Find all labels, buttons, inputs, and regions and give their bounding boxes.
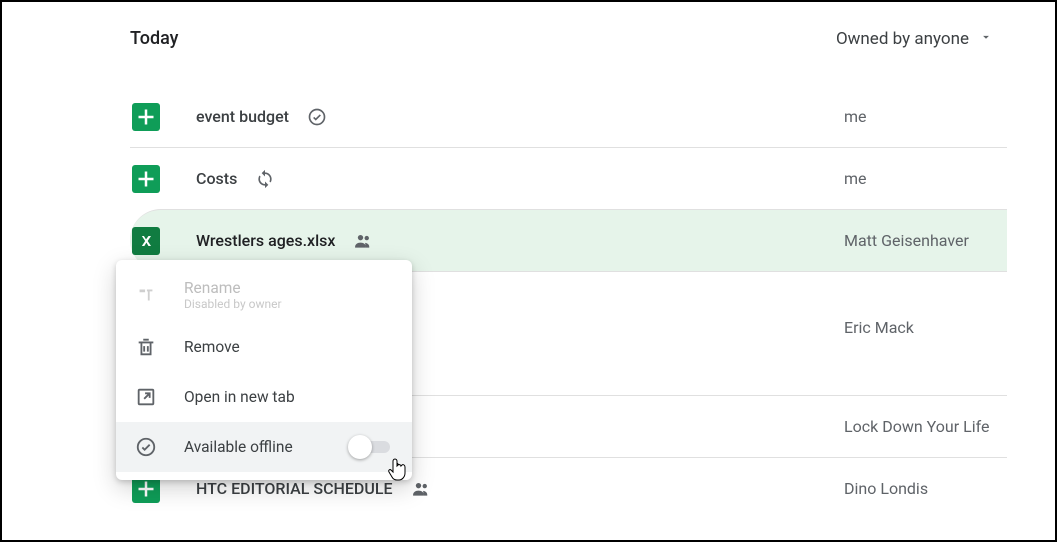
sync-icon <box>255 169 275 189</box>
shared-icon <box>411 479 431 499</box>
file-owner: me <box>844 107 867 126</box>
file-name: Wrestlers ages.xlsx <box>196 231 335 250</box>
menu-available-offline[interactable]: Available offline <box>116 422 412 472</box>
rename-icon <box>134 283 158 307</box>
file-name: Costs <box>196 169 237 188</box>
file-owner: Dino Londis <box>844 479 928 498</box>
menu-label: Remove <box>184 338 240 356</box>
file-owner: Eric Mack <box>844 318 914 337</box>
sheets-file-icon <box>132 165 160 193</box>
open-new-tab-icon <box>134 385 158 409</box>
offline-available-icon <box>307 107 327 127</box>
menu-label: Open in new tab <box>184 388 295 406</box>
file-owner: me <box>844 169 867 188</box>
menu-remove[interactable]: Remove <box>116 322 412 372</box>
menu-label: Rename Disabled by owner <box>184 279 282 312</box>
offline-icon <box>134 435 158 459</box>
menu-label: Available offline <box>184 438 293 456</box>
shared-icon <box>353 231 373 251</box>
file-name: event budget <box>196 107 289 126</box>
context-menu: Rename Disabled by owner Remove Open in … <box>116 260 412 480</box>
toggle-thumb <box>348 435 372 459</box>
file-row[interactable]: Costs me <box>130 147 1007 209</box>
offline-toggle[interactable] <box>348 433 394 461</box>
menu-open-new-tab[interactable]: Open in new tab <box>116 372 412 422</box>
caret-down-icon <box>979 29 993 49</box>
section-header: Today Owned by anyone <box>130 28 1007 49</box>
owner-filter-dropdown[interactable]: Owned by anyone <box>836 29 1007 49</box>
menu-rename: Rename Disabled by owner <box>116 268 412 322</box>
owner-filter-label: Owned by anyone <box>836 29 969 49</box>
sheets-file-icon <box>132 103 160 131</box>
section-title: Today <box>130 28 179 49</box>
trash-icon <box>134 335 158 359</box>
file-owner: Matt Geisenhaver <box>844 231 969 250</box>
file-name: HTC EDITORIAL SCHEDULE <box>196 479 393 498</box>
file-row[interactable]: event budget me <box>130 85 1007 147</box>
file-owner: Lock Down Your Life <box>844 417 989 436</box>
xlsx-file-icon <box>132 227 160 255</box>
